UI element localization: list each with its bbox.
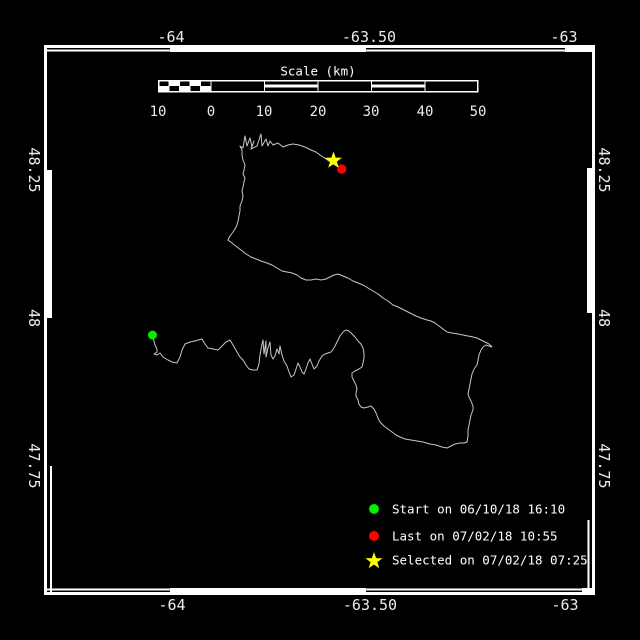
axis-tick-label-right: 48.25 bbox=[595, 147, 613, 193]
scale-bar-tick-label: 20 bbox=[309, 104, 327, 120]
axis-tick-label-top: -63.50 bbox=[341, 28, 397, 46]
last-marker[interactable] bbox=[337, 164, 347, 174]
scale-bar-tick-label: 50 bbox=[469, 104, 487, 120]
scale-bar-tick-label: 0 bbox=[206, 104, 216, 120]
scale-bar-tick-label: 30 bbox=[362, 104, 380, 120]
scale-bar-tick-label: 10 bbox=[255, 104, 273, 120]
axis-tick-label-right: 48 bbox=[595, 308, 613, 328]
scale-bar-tick-label: 40 bbox=[416, 104, 434, 120]
axis-tick-label-top: -63 bbox=[550, 28, 578, 46]
frame-tick-segment bbox=[170, 588, 366, 595]
map-plot-window: -64 -63.50 -63 -64 -63.50 -63 48.25 48 4… bbox=[0, 0, 640, 640]
legend-label-start: Start on 06/10/18 16:10 bbox=[392, 501, 566, 517]
scale-bar bbox=[157, 79, 479, 93]
axis-tick-label-left: 48.25 bbox=[25, 147, 43, 193]
axis-tick-label-left: 48 bbox=[25, 308, 43, 328]
axis-tick-label-bottom: -63 bbox=[551, 596, 579, 614]
track-path[interactable] bbox=[151, 133, 493, 449]
frame-tick-segment bbox=[587, 168, 595, 313]
legend-marker-selected-star-icon bbox=[365, 552, 383, 569]
scale-bar-tick-label: 10 bbox=[149, 104, 167, 120]
start-marker[interactable] bbox=[148, 330, 157, 340]
frame-tick-segment bbox=[582, 588, 593, 595]
frame-tick-segment bbox=[44, 170, 52, 318]
axis-tick-label-bottom: -64 bbox=[158, 596, 186, 614]
legend-marker-start bbox=[369, 504, 379, 514]
axis-tick-label-top: -64 bbox=[157, 28, 185, 46]
scale-bar-title: Scale (km) bbox=[280, 63, 356, 79]
plot-canvas[interactable] bbox=[0, 0, 640, 640]
frame-tick-segment bbox=[170, 45, 366, 52]
frame-tick-segment bbox=[565, 45, 593, 52]
legend-label-selected: Selected on 07/02/18 07:25 bbox=[392, 552, 588, 568]
axis-tick-label-left: 47.75 bbox=[25, 443, 43, 489]
axis-tick-label-right: 47.75 bbox=[595, 443, 613, 489]
legend-label-last: Last on 07/02/18 10:55 bbox=[392, 528, 558, 544]
legend-marker-last bbox=[369, 531, 379, 541]
axis-tick-label-bottom: -63.50 bbox=[342, 596, 398, 614]
